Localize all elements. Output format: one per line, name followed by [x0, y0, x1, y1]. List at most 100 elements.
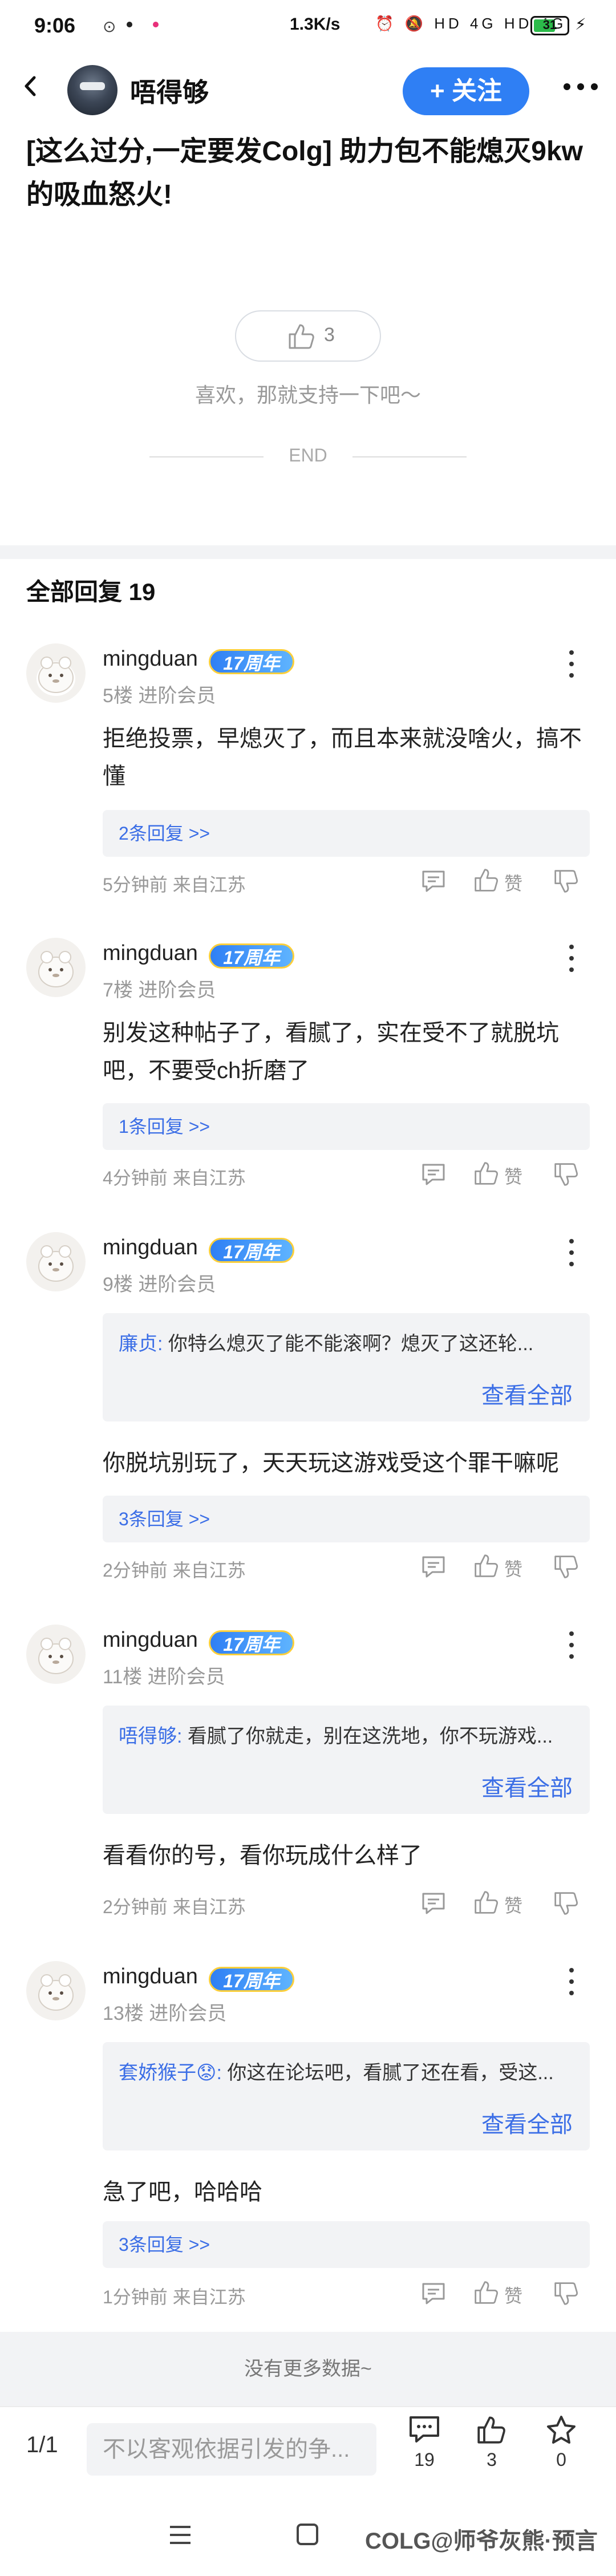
- quoted-reply[interactable]: 套娇猴子😟: 你这在论坛吧，看腻了还在看，受这... 查看全部: [103, 2042, 590, 2150]
- page-indicator[interactable]: 1/1: [26, 2432, 58, 2458]
- comments-header: 全部回复 19: [26, 578, 156, 605]
- comment-meta: 2分钟前 来自江苏: [103, 1560, 246, 1581]
- comment-body: 别发这种帖子了，看腻了，实在受不了就脱坑吧，不要受ch折磨了: [103, 1020, 559, 1083]
- bottom-like-count: 3: [487, 2449, 497, 2470]
- comment-actions: 赞: [421, 1553, 592, 1581]
- dislike-icon[interactable]: [553, 1554, 579, 1580]
- quote-text: 你这在论坛吧，看腻了还在看，受这...: [221, 2062, 554, 2084]
- comment-more-icon[interactable]: [561, 648, 582, 680]
- comment-more-icon[interactable]: [561, 942, 582, 974]
- commenter-name[interactable]: mingduan: [103, 1965, 198, 1989]
- reply-icon[interactable]: [421, 1555, 446, 1579]
- anniversary-badge: 17周年: [209, 1630, 294, 1655]
- post-title: [这么过分,一定要发Colg] 助力包不能熄灭9kw的吸血怒火!: [26, 136, 583, 210]
- star-icon: [547, 2416, 576, 2444]
- like-icon[interactable]: [473, 2279, 500, 2306]
- comment-actions: 赞: [421, 2279, 592, 2308]
- floor-label: 11楼 进阶会员: [103, 1666, 225, 1688]
- comment-actions: 赞: [421, 1889, 592, 1918]
- anniversary-badge: 17周年: [209, 1967, 294, 1992]
- dislike-icon[interactable]: [553, 1161, 579, 1188]
- replies-link[interactable]: 2条回复 >>: [103, 810, 590, 857]
- like-icon[interactable]: [473, 1889, 500, 1915]
- commenter-name[interactable]: mingduan: [103, 1628, 198, 1652]
- watermark: COLG@师爷灰熊·预言: [365, 2529, 598, 2554]
- author-name[interactable]: 唔得够: [130, 72, 209, 110]
- bottom-like-button[interactable]: 3: [469, 2415, 514, 2489]
- like-label[interactable]: 赞: [504, 1555, 522, 1581]
- replies-link[interactable]: 3条回复 >>: [103, 2221, 590, 2268]
- thumbs-up-icon: [289, 324, 314, 349]
- like-icon[interactable]: [473, 1160, 500, 1186]
- back-arrow-icon[interactable]: [16, 71, 47, 102]
- recent-apps-icon[interactable]: [170, 2526, 191, 2544]
- quote-author[interactable]: 唔得够:: [119, 1726, 182, 1747]
- post-like-count: 3: [324, 324, 335, 346]
- commenter-name[interactable]: mingduan: [103, 1236, 198, 1260]
- section-divider: [0, 545, 616, 559]
- reply-icon[interactable]: [421, 1163, 446, 1186]
- status-time: 9:06: [34, 14, 76, 37]
- dislike-icon[interactable]: [553, 1890, 579, 1917]
- commenter-avatar[interactable]: [26, 1625, 86, 1684]
- comment-body: 看看你的号，看你玩成什么样了: [103, 1843, 422, 1868]
- replies-link[interactable]: 3条回复 >>: [103, 1496, 590, 1542]
- no-more-data: 没有更多数据~: [0, 2332, 616, 2406]
- commenter-name[interactable]: mingduan: [103, 941, 198, 966]
- view-all-link[interactable]: 查看全部: [481, 1769, 573, 1803]
- comment-body: 拒绝投票，早熄灭了，而且本来就没啥火，搞不懂: [103, 726, 582, 789]
- quote-author[interactable]: 套娇猴子😟:: [119, 2062, 222, 2084]
- like-label[interactable]: 赞: [504, 869, 522, 896]
- like-label[interactable]: 赞: [504, 2282, 522, 2308]
- battery-level: 31: [542, 18, 557, 32]
- commenter-avatar[interactable]: [26, 938, 86, 997]
- author-avatar[interactable]: [67, 65, 117, 115]
- dot-icon: [127, 22, 132, 27]
- system-nav-bar: COLG@师爷灰熊·预言: [0, 2494, 616, 2576]
- quote-author[interactable]: 廉贞:: [119, 1333, 163, 1355]
- view-all-link[interactable]: 查看全部: [481, 1377, 573, 1410]
- commenter-name[interactable]: mingduan: [103, 647, 198, 671]
- like-label[interactable]: 赞: [504, 1163, 522, 1189]
- anniversary-badge: 17周年: [209, 1238, 294, 1263]
- favorite-button[interactable]: 0: [538, 2415, 584, 2489]
- charging-icon: ⚡: [575, 15, 586, 33]
- quote-text: 看腻了你就走，别在这洗地，你不玩游戏...: [182, 1726, 553, 1747]
- dislike-icon[interactable]: [553, 868, 579, 894]
- replies-link[interactable]: 1条回复 >>: [103, 1103, 590, 1150]
- view-all-link[interactable]: 查看全部: [481, 2106, 573, 2139]
- follow-button[interactable]: + 关注: [403, 67, 529, 115]
- quoted-reply[interactable]: 廉贞: 你特么熄灭了能不能滚啊？熄灭了这还轮... 查看全部: [103, 1313, 590, 1421]
- top-nav: 唔得够 + 关注: [0, 55, 616, 118]
- post-like-button[interactable]: 3: [235, 310, 381, 362]
- quoted-reply[interactable]: 唔得够: 看腻了你就走，别在这洗地，你不玩游戏... 查看全部: [103, 1706, 590, 1814]
- home-icon[interactable]: [297, 2524, 318, 2545]
- floor-label: 5楼 进阶会员: [103, 685, 216, 707]
- comment-meta: 4分钟前 来自江苏: [103, 1168, 246, 1188]
- like-hint: 喜欢，那就支持一下吧～: [194, 383, 421, 407]
- floor-label: 13楼 进阶会员: [103, 2003, 227, 2024]
- reply-icon[interactable]: [421, 869, 446, 893]
- reply-icon[interactable]: [421, 1892, 446, 1915]
- reply-input[interactable]: 不以客观依据引发的争...: [87, 2423, 376, 2476]
- net-speed: 1.3K/s: [290, 15, 341, 34]
- commenter-avatar[interactable]: [26, 1232, 86, 1291]
- commenter-avatar[interactable]: [26, 1961, 86, 2020]
- like-icon[interactable]: [473, 1553, 500, 1579]
- comment-more-icon[interactable]: [561, 1237, 582, 1269]
- comment-icon: [410, 2416, 439, 2443]
- like-icon[interactable]: [473, 867, 500, 893]
- comments-count-button[interactable]: 19: [402, 2415, 447, 2489]
- commenter-avatar[interactable]: [26, 643, 86, 703]
- like-label[interactable]: 赞: [504, 1892, 522, 1918]
- anniversary-badge: 17周年: [209, 649, 294, 674]
- more-options-icon[interactable]: [560, 75, 602, 98]
- reply-icon[interactable]: [421, 2282, 446, 2306]
- anniversary-badge: 17周年: [209, 943, 294, 969]
- bottom-bar: 1/1 不以客观依据引发的争... 19 3 0: [0, 2406, 616, 2494]
- end-divider: END: [0, 445, 616, 466]
- comment-more-icon[interactable]: [561, 1629, 582, 1661]
- comment-actions: 赞: [421, 1160, 592, 1189]
- comment-more-icon[interactable]: [561, 1966, 582, 1998]
- dislike-icon[interactable]: [553, 2281, 579, 2307]
